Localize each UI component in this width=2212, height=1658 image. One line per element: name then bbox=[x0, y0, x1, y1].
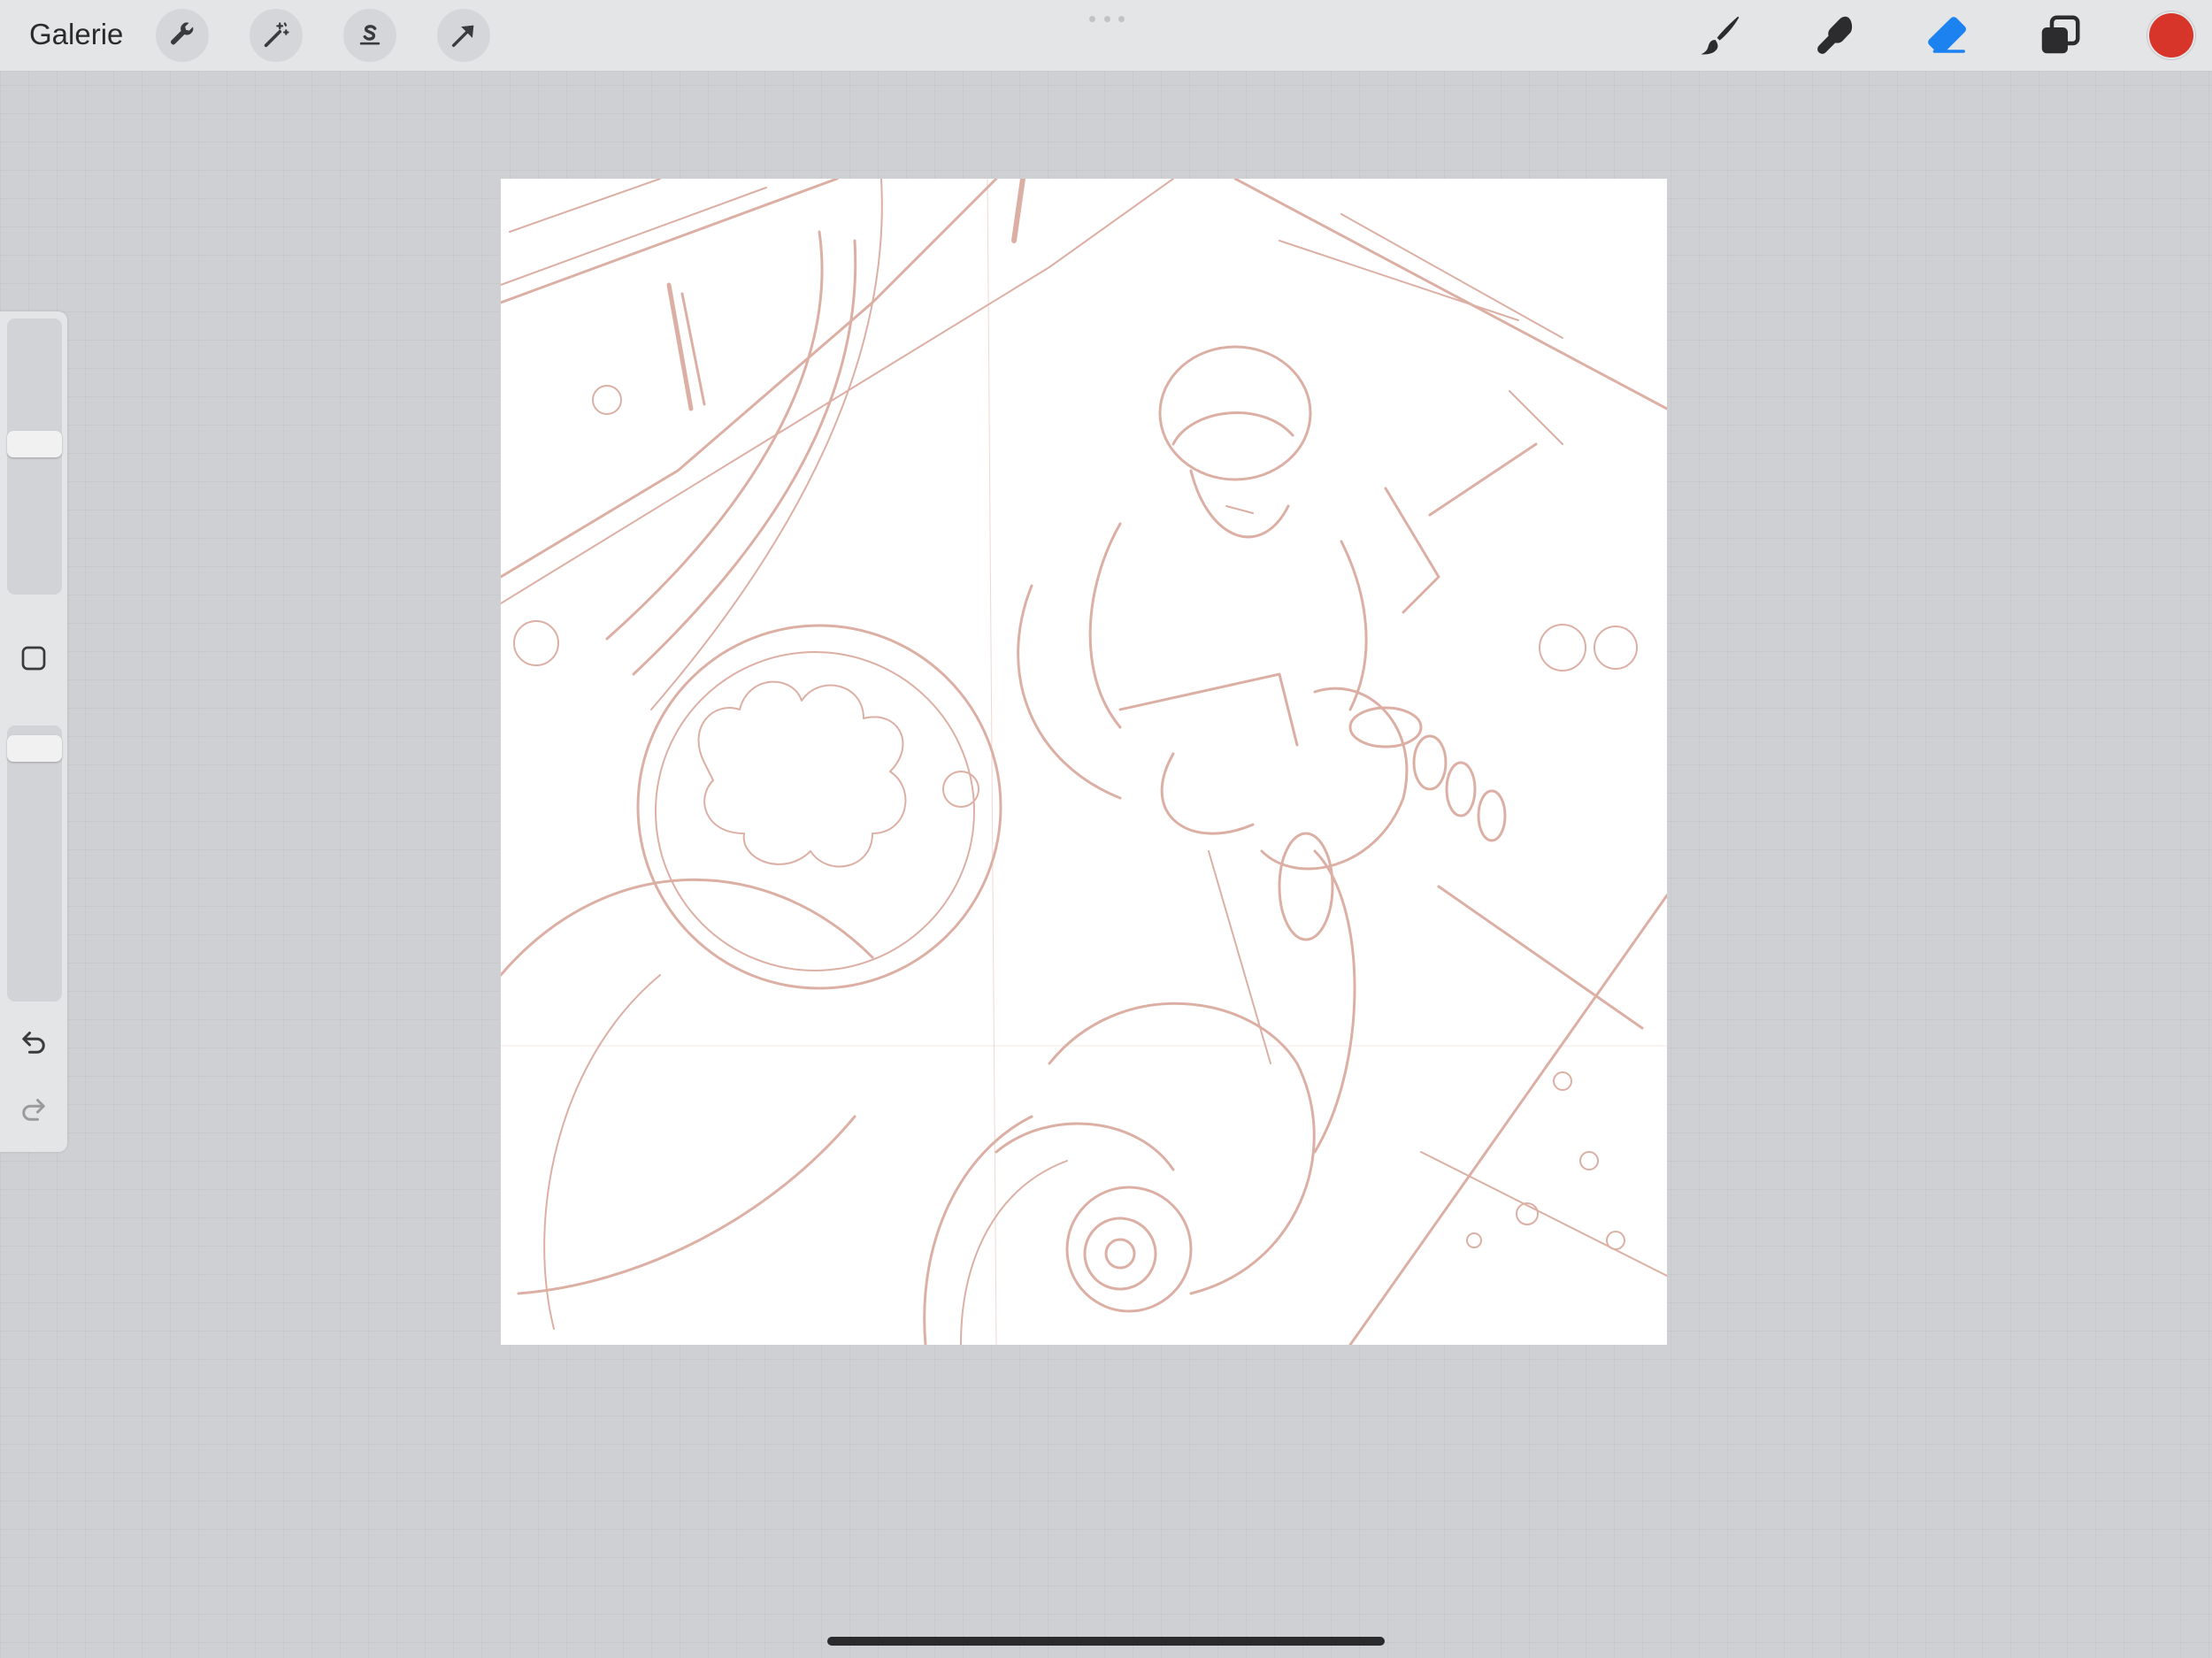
redo-button[interactable] bbox=[16, 1092, 51, 1127]
layers-button[interactable] bbox=[2035, 11, 2085, 60]
color-picker-button[interactable] bbox=[2149, 13, 2193, 58]
opacity-slider[interactable] bbox=[7, 725, 62, 1002]
smudge-finger-icon bbox=[1817, 16, 1853, 54]
smudge-tool-button[interactable] bbox=[1809, 11, 1858, 60]
sketch-artwork bbox=[501, 179, 1667, 1345]
top-toolbar: Galerie bbox=[0, 0, 2212, 72]
undo-button[interactable] bbox=[16, 1025, 51, 1060]
transform-button[interactable] bbox=[437, 9, 490, 62]
arrow-cursor-icon bbox=[451, 25, 474, 48]
magic-wand-icon bbox=[264, 22, 289, 48]
left-sidebar bbox=[0, 311, 67, 1152]
home-indicator bbox=[827, 1637, 1385, 1646]
adjustments-button[interactable] bbox=[250, 9, 303, 62]
layers-icon bbox=[2041, 15, 2080, 54]
opacity-slider-thumb[interactable] bbox=[7, 735, 62, 762]
toolbar-grabber[interactable] bbox=[1089, 16, 1125, 23]
square-outline-icon bbox=[21, 646, 46, 671]
redo-icon bbox=[22, 1099, 45, 1121]
brush-tool-button[interactable] bbox=[1695, 11, 1745, 60]
gallery-button[interactable]: Galerie bbox=[29, 14, 123, 55]
undo-icon bbox=[22, 1032, 45, 1054]
selection-button[interactable] bbox=[343, 9, 396, 62]
eraser-tool-button[interactable] bbox=[1922, 11, 1971, 60]
modify-button[interactable] bbox=[16, 641, 51, 676]
selection-s-icon bbox=[359, 25, 380, 45]
brush-icon bbox=[1701, 16, 1740, 55]
drawing-canvas[interactable] bbox=[501, 179, 1667, 1345]
brush-size-slider[interactable] bbox=[7, 319, 62, 595]
wrench-icon bbox=[171, 22, 194, 45]
eraser-icon bbox=[1928, 17, 1966, 53]
actions-button[interactable] bbox=[156, 9, 209, 62]
brush-size-slider-thumb[interactable] bbox=[7, 431, 62, 457]
